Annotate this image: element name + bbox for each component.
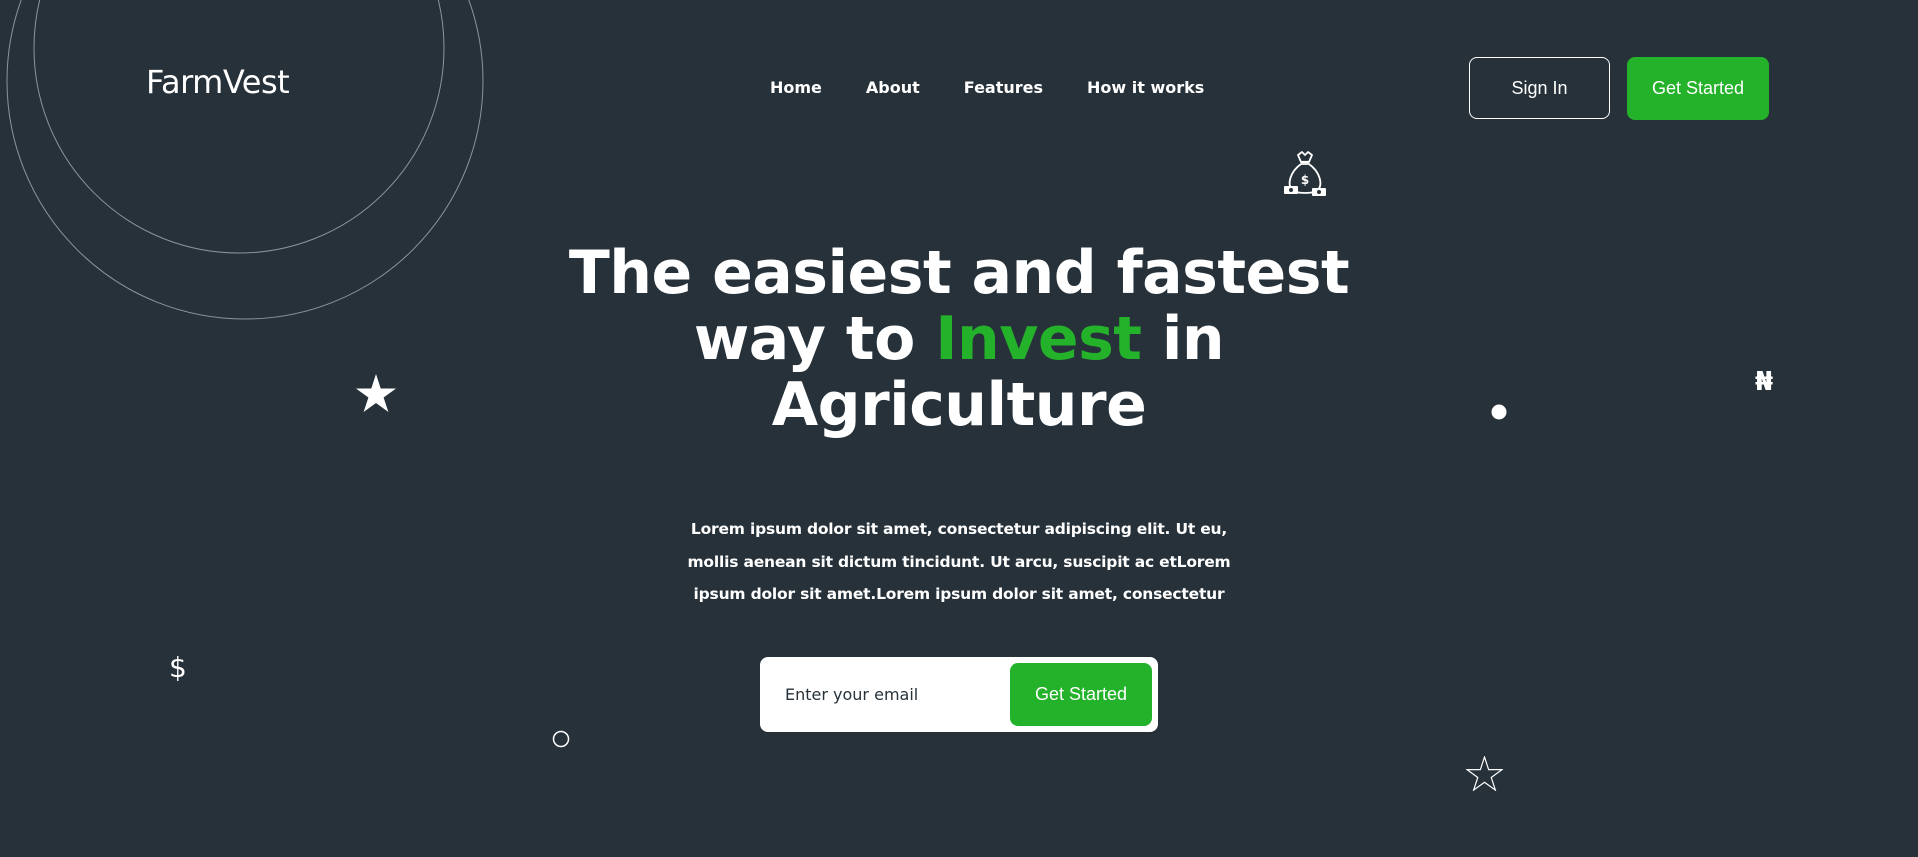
decorative-circle-inner xyxy=(6,0,484,320)
sign-in-button[interactable]: Sign In xyxy=(1469,57,1610,119)
decorative-circle-outer xyxy=(33,0,445,254)
svg-text:$: $ xyxy=(1301,173,1309,187)
star-outline-icon xyxy=(1466,756,1503,791)
circle-outline-icon xyxy=(552,730,570,748)
brand-logo[interactable]: FarmVest xyxy=(146,66,290,98)
email-input[interactable] xyxy=(785,675,1015,713)
landing-page: FarmVest Home About Features How it work… xyxy=(0,0,1918,857)
header-get-started-button[interactable]: Get Started xyxy=(1627,57,1769,120)
email-signup-form: Get Started xyxy=(760,657,1158,732)
nav-item-how-it-works[interactable]: How it works xyxy=(1087,78,1204,98)
dollar-icon: $ xyxy=(169,651,187,684)
form-get-started-button[interactable]: Get Started xyxy=(1010,663,1152,726)
dot-icon xyxy=(1491,404,1507,420)
money-bag-icon: $ xyxy=(1284,151,1326,196)
star-filled-icon xyxy=(356,374,396,412)
hero-title: The easiest and fastest way to Invest in… xyxy=(559,240,1359,438)
hero-description: Lorem ipsum dolor sit amet, consectetur … xyxy=(687,520,1231,603)
nav-item-features[interactable]: Features xyxy=(964,78,1043,98)
nav-item-home[interactable]: Home xyxy=(770,78,822,98)
nav-item-about[interactable]: About xyxy=(866,78,920,98)
hero-title-accent: Invest xyxy=(935,304,1142,374)
main-nav: Home About Features How it works xyxy=(770,78,1204,98)
naira-icon: ₦ xyxy=(1755,367,1774,397)
